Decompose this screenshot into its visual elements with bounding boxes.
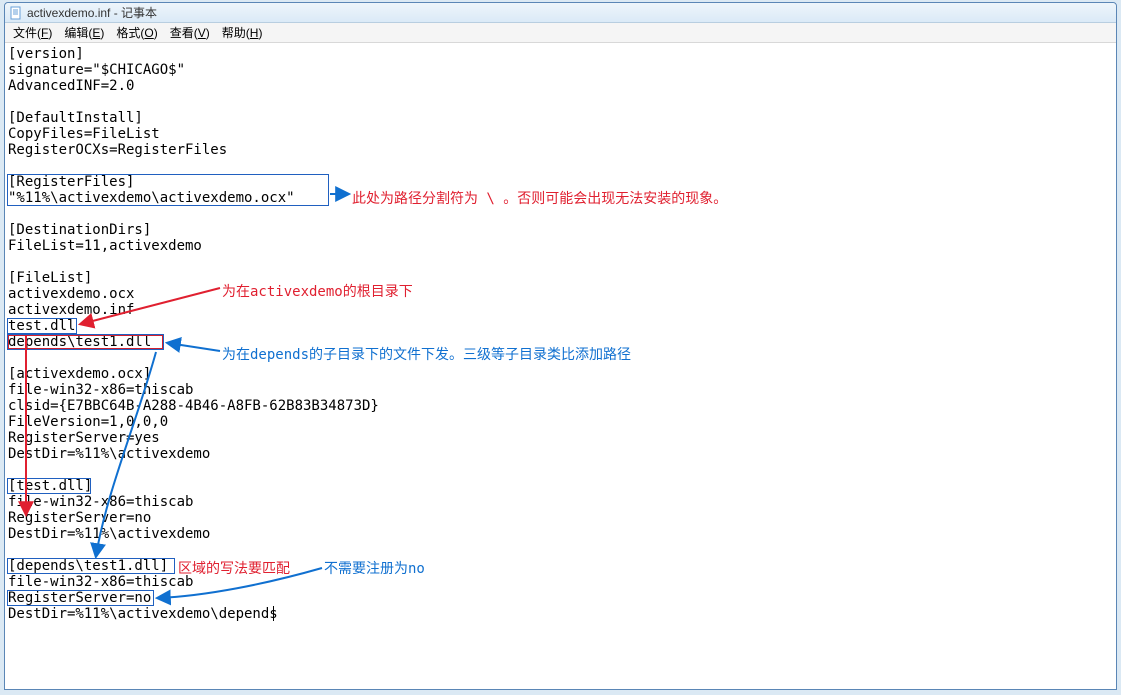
annotation-path-sep: 此处为路径分割符为 \ 。否则可能会出现无法安装的现象。 — [352, 188, 727, 208]
menu-help[interactable]: 帮助(H) — [216, 22, 269, 43]
menu-view[interactable]: 查看(V) — [164, 22, 216, 43]
menubar: 文件(F) 编辑(E) 格式(O) 查看(V) 帮助(H) — [5, 23, 1116, 43]
window-title: activexdemo.inf - 记事本 — [27, 4, 157, 21]
notepad-window: activexdemo.inf - 记事本 文件(F) 编辑(E) 格式(O) … — [4, 2, 1117, 690]
menu-format[interactable]: 格式(O) — [110, 22, 163, 43]
file-content[interactable]: [version] signature="$CHICAGO$" Advanced… — [6, 44, 381, 624]
menu-edit[interactable]: 编辑(E) — [58, 22, 110, 43]
menu-file[interactable]: 文件(F) — [7, 22, 58, 43]
notepad-icon — [9, 6, 23, 20]
text-editor[interactable]: [version] signature="$CHICAGO$" Advanced… — [6, 44, 1115, 688]
text-caret — [273, 606, 274, 621]
titlebar[interactable]: activexdemo.inf - 记事本 — [5, 3, 1116, 23]
